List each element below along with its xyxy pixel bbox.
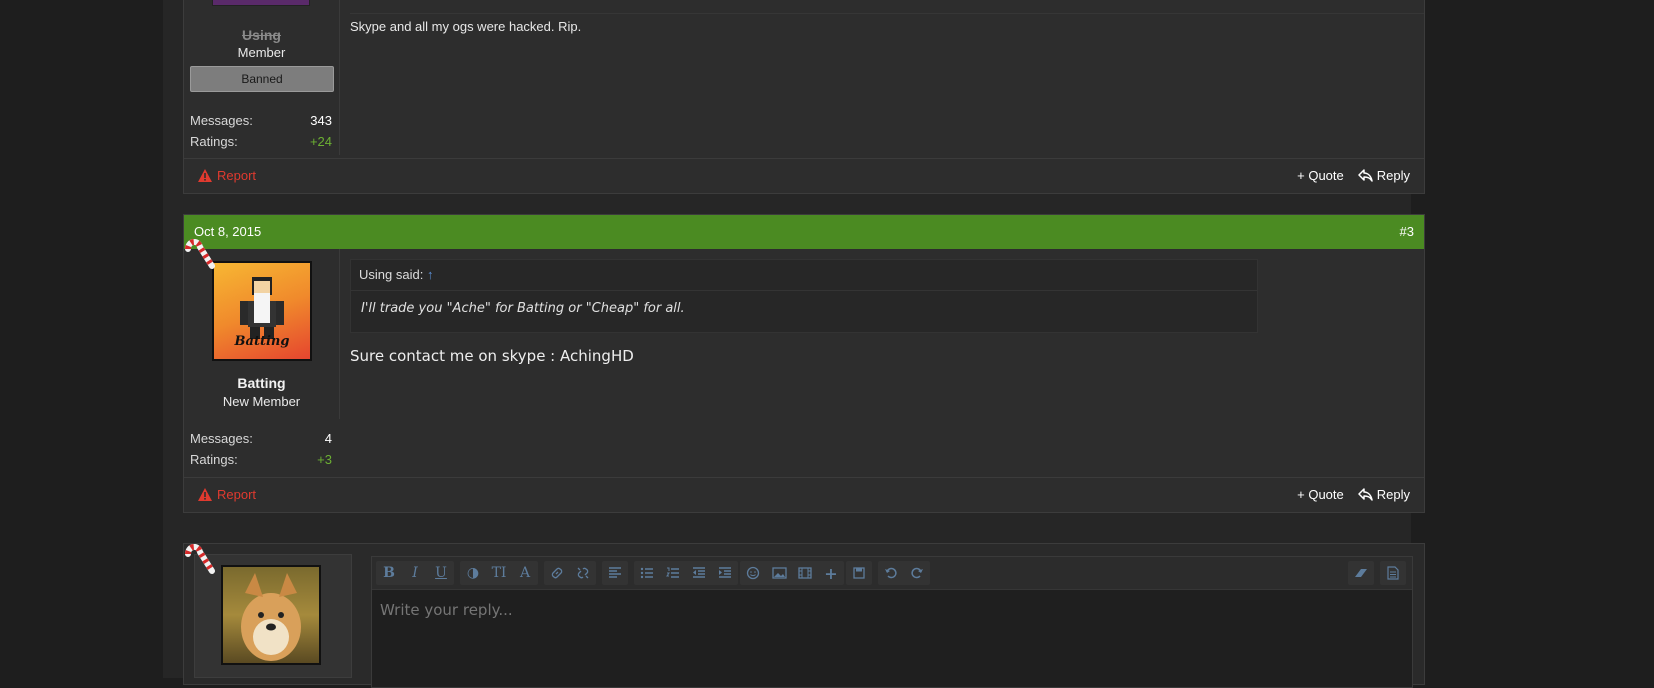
ratings-stat: Ratings: +24	[190, 134, 332, 155]
underline-icon[interactable]: U	[428, 561, 454, 585]
message-body: Sure contact me on skype : AchingHD	[350, 347, 634, 365]
messages-label: Messages:	[190, 431, 253, 446]
post-footer: Report + Quote Reply	[184, 477, 1424, 512]
text-format-group: ◑ TI A	[460, 561, 538, 585]
reply-user-panel	[194, 554, 352, 678]
list-group	[634, 561, 738, 585]
report-label: Report	[217, 487, 257, 502]
avatar-image	[241, 573, 301, 661]
ratings-label: Ratings:	[190, 452, 238, 467]
align-group	[602, 561, 628, 585]
italic-icon[interactable]: I	[402, 561, 428, 585]
reply-editor: B I U ◑ TI A + Write your reply...	[371, 556, 1413, 688]
draft-group	[846, 561, 872, 585]
redo-icon[interactable]	[904, 561, 930, 585]
post-actions: + Quote Reply	[1297, 487, 1410, 502]
ratings-stat: Ratings: +3	[190, 452, 332, 473]
smilie-icon[interactable]	[740, 561, 766, 585]
ratings-value: +24	[309, 134, 332, 149]
quote-block: Using said: ↑ I'll trade you "Ache" for …	[350, 259, 1258, 333]
messages-value: 343	[310, 113, 332, 128]
quote-jump-icon[interactable]: ↑	[427, 267, 434, 282]
toggle-bbcode-icon[interactable]	[1380, 561, 1406, 585]
bullet-list-icon[interactable]	[634, 561, 660, 585]
ratings-label: Ratings:	[190, 134, 238, 149]
font-size-icon[interactable]: TI	[486, 561, 512, 585]
remove-format-group	[1348, 561, 1374, 585]
messages-value: 4	[324, 431, 332, 446]
divider	[350, 13, 1424, 14]
quick-reply: B I U ◑ TI A + Write your reply...	[183, 543, 1425, 688]
link-icon[interactable]	[544, 561, 570, 585]
user-info-panel: Using Member Banned Messages: 343 Rating…	[184, 0, 340, 155]
color-icon[interactable]: ◑	[460, 561, 486, 585]
ratings-value: +3	[317, 452, 332, 467]
candy-cane-icon	[185, 239, 215, 269]
quote-author: Using said:	[359, 267, 424, 282]
editor-toolbar: B I U ◑ TI A +	[372, 557, 1412, 590]
warning-icon	[198, 169, 212, 182]
warning-icon	[198, 488, 212, 501]
post-header: Oct 8, 2015 #3	[184, 215, 1424, 249]
messages-stat: Messages: 343	[190, 113, 332, 134]
post-3: Oct 8, 2015 #3 Batting Batting New Membe…	[183, 214, 1425, 513]
indent-icon[interactable]	[712, 561, 738, 585]
quote-button[interactable]: + Quote	[1297, 168, 1344, 183]
bold-icon[interactable]: B	[376, 561, 402, 585]
image-icon[interactable]	[766, 561, 792, 585]
report-link[interactable]: Report	[198, 168, 256, 183]
reply-input[interactable]	[380, 601, 1380, 619]
message-body: Skype and all my ogs were hacked. Rip.	[350, 19, 582, 34]
plus-icon[interactable]: +	[818, 561, 844, 585]
quote-text: I'll trade you "Ache" for Batting or "Ch…	[361, 301, 685, 316]
report-link[interactable]: Report	[198, 487, 256, 502]
user-title: Member	[237, 45, 286, 60]
reply-button[interactable]: Reply	[1358, 168, 1410, 183]
avatar[interactable]	[212, 0, 310, 6]
avatar-text: Batting	[234, 334, 290, 349]
quote-header: Using said: ↑	[351, 260, 1257, 291]
save-draft-icon[interactable]	[846, 561, 872, 585]
post-2: Using Member Banned Messages: 343 Rating…	[183, 0, 1425, 194]
reply-icon	[1358, 169, 1373, 182]
outdent-icon[interactable]	[686, 561, 712, 585]
media-icon[interactable]	[792, 561, 818, 585]
user-stats: Messages: 4 Ratings: +3	[190, 431, 332, 473]
unlink-icon[interactable]	[570, 561, 596, 585]
username[interactable]: Using	[184, 27, 339, 43]
quote-button[interactable]: + Quote	[1297, 487, 1344, 502]
eraser-icon[interactable]	[1348, 561, 1374, 585]
post-number[interactable]: #3	[1400, 224, 1414, 239]
username[interactable]: Batting	[184, 375, 339, 391]
banned-badge: Banned	[190, 66, 334, 92]
text-style-group: B I U	[376, 561, 454, 585]
message-content: Using said: ↑ I'll trade you "Ache" for …	[350, 259, 1414, 409]
source-group	[1380, 561, 1406, 585]
post-date[interactable]: Oct 8, 2015	[194, 224, 261, 239]
post-footer: Report + Quote Reply	[184, 158, 1424, 193]
undo-icon[interactable]	[878, 561, 904, 585]
align-icon[interactable]	[602, 561, 628, 585]
font-family-icon[interactable]: A	[512, 561, 538, 585]
reply-label: Reply	[1376, 168, 1410, 183]
candy-cane-icon	[185, 544, 215, 574]
post-actions: + Quote Reply	[1297, 168, 1410, 183]
reply-label: Reply	[1376, 487, 1410, 502]
messages-label: Messages:	[190, 113, 253, 128]
link-group	[544, 561, 596, 585]
messages-stat: Messages: 4	[190, 431, 332, 452]
avatar[interactable]: Batting	[212, 261, 312, 361]
report-label: Report	[217, 168, 257, 183]
user-info-panel: Batting Batting New Member	[184, 249, 340, 419]
user-stats: Messages: 343 Ratings: +24	[190, 113, 332, 155]
reply-icon	[1358, 488, 1373, 501]
message-content: Skype and all my ogs were hacked. Rip.	[350, 19, 1414, 34]
insert-group: +	[740, 561, 844, 585]
numbered-list-icon[interactable]	[660, 561, 686, 585]
user-title: New Member	[222, 394, 301, 409]
avatar[interactable]	[221, 565, 321, 665]
reply-button[interactable]: Reply	[1358, 487, 1410, 502]
history-group	[878, 561, 930, 585]
